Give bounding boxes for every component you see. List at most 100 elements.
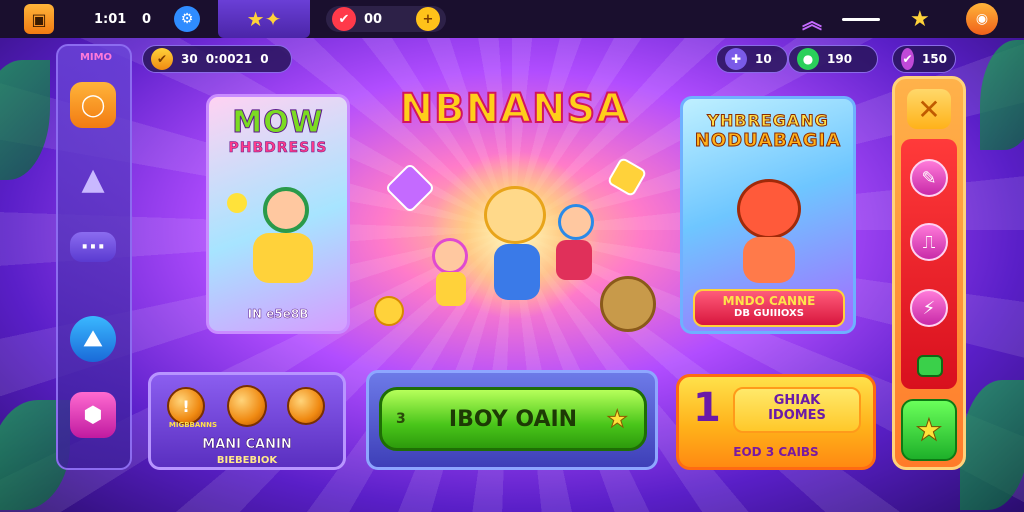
divider	[842, 0, 880, 38]
character-girl-body	[494, 244, 540, 300]
warning-icon: ▲	[81, 161, 105, 197]
menu-button[interactable]: ▣	[24, 0, 54, 38]
sidebar-item-shop[interactable]: ◯	[70, 82, 116, 128]
chart-icon: ⎍	[922, 231, 936, 253]
sidebar-item-gems[interactable]: ⬢	[70, 392, 116, 438]
challenge-label-box: GHIAK IDOMES	[733, 387, 861, 433]
clock: 1:01	[94, 0, 126, 38]
tool-panel: ✎ ⎍ ⚡	[901, 139, 957, 389]
play-button[interactable]: 3 IBOY OAIN ★	[379, 387, 647, 451]
runner-character	[263, 187, 309, 233]
ticket-icon: ✔	[901, 48, 914, 70]
star-icon: ★	[915, 412, 943, 448]
gem-crystal	[384, 162, 436, 214]
rank-button[interactable]: ︽	[802, 0, 822, 38]
battery-icon	[917, 355, 943, 377]
currency-value: 00	[364, 11, 383, 27]
character-left-body	[436, 272, 466, 306]
coins-value: 30	[181, 52, 198, 66]
close-button[interactable]: ✕	[907, 89, 951, 129]
chat-icon: ···	[80, 234, 106, 260]
card-subtitle: PHBDRESIS	[228, 140, 328, 157]
banner-subtitle: DB GUIIIOXS	[734, 308, 804, 319]
character-girl-head	[484, 186, 546, 244]
play-panel: 3 IBOY OAIN ★	[366, 370, 658, 470]
top-bar: ▣ 1:01 0 ⚙ ★✦ ✔ 00 + ︽ ★ ◉	[0, 0, 1024, 38]
card-banner: MNDO CANNE DB GUIIIOXS	[693, 289, 845, 327]
lightning-icon: ⚡	[922, 297, 936, 319]
sidebar-item-map[interactable]: ⛰	[70, 316, 116, 362]
home-icon: ▣	[24, 4, 54, 34]
profile-button[interactable]: ◉	[966, 0, 998, 38]
chevron-up-icon: ︽	[802, 8, 822, 33]
card-title: MOW	[232, 105, 324, 141]
star-icon: ★	[606, 405, 628, 434]
circle-icon: ◯	[80, 92, 106, 118]
sidebar-item-chat[interactable]: ···	[70, 232, 116, 262]
heart-icon: ✔	[332, 7, 356, 31]
leaf-decoration	[0, 60, 50, 180]
challenge-line2: IDOMES	[768, 408, 826, 423]
gem-value: 190	[827, 52, 853, 66]
chart-button[interactable]: ⎍	[910, 223, 948, 261]
avatar-icon: ◉	[966, 3, 998, 35]
coin-icon	[227, 385, 267, 427]
coins-counter: ✔ 30 0:0021 0	[142, 45, 292, 73]
play-label: IBOY OAIN	[448, 406, 578, 432]
star-icon: ★	[910, 6, 930, 32]
mode-card-left[interactable]: MOW PHBDRESIS IN e5e8B	[206, 94, 350, 334]
pencil-icon: ✎	[921, 167, 937, 189]
favorites-button[interactable]: ★	[910, 0, 930, 38]
leaf-decoration	[960, 380, 1024, 510]
lemon-buddy	[374, 296, 404, 326]
settings-button[interactable]: ⚙	[174, 0, 200, 38]
card-title: YHBREGANG	[707, 111, 829, 131]
banner-title: MNDO CANNE	[722, 294, 816, 308]
counter-icon: 0	[142, 11, 152, 27]
star-sparkle	[227, 193, 247, 213]
gem-counter: ● 190	[788, 45, 878, 73]
gear-icon: ⚙	[174, 6, 200, 32]
gem-icon: ●	[797, 48, 819, 70]
counter-indicator: 0	[142, 0, 151, 38]
sidebar-item-alerts[interactable]: ▲	[70, 156, 116, 202]
challenge-line1: GHIAK	[773, 393, 821, 408]
card-subtitle: NODUABAGIA	[694, 130, 842, 152]
favorite-button[interactable]: ★	[901, 399, 957, 461]
play-count: 3	[396, 411, 406, 427]
currency-pill: ✔ 00 +	[326, 0, 446, 38]
fox-body	[743, 237, 795, 283]
rewards-panel[interactable]: ! MIGBBANNS MANI CANIN BIEBEBIOK	[148, 372, 346, 470]
energy-icon: ✚	[725, 48, 747, 70]
close-icon: ✕	[917, 92, 941, 126]
ticket-value: 150	[921, 52, 947, 66]
stars-icon: ★✦	[246, 7, 282, 31]
sidebar-title: MIMO	[79, 52, 113, 63]
runner-body	[253, 233, 313, 283]
mode-card-right[interactable]: YHBREGANG NODUABAGIA MNDO CANNE DB GUIII…	[680, 96, 856, 334]
challenge-number: 1	[693, 385, 721, 431]
ticket-counter: ✔ 150	[892, 45, 956, 73]
tab-stars[interactable]: ★✦	[218, 0, 310, 38]
coin-icon	[287, 387, 325, 425]
fox-character	[737, 179, 801, 239]
coin-icon: !	[167, 387, 205, 425]
panel-subtitle: BIEBEBIOK	[216, 455, 278, 466]
edit-button[interactable]: ✎	[910, 159, 948, 197]
right-sidebar: ✕ ✎ ⎍ ⚡ ★	[892, 76, 966, 470]
left-sidebar: MIMO ◯ ▲ ··· ⛰ ⬢	[56, 44, 132, 470]
add-currency-button[interactable]: +	[416, 7, 440, 31]
mountain-icon: ⛰	[83, 326, 103, 352]
coin-icon: ✔	[151, 48, 173, 70]
challenge-panel[interactable]: 1 GHIAK IDOMES EOD 3 CAIBS	[676, 374, 876, 470]
character-left-head	[432, 238, 468, 274]
bear-plush	[600, 276, 656, 332]
card-footer: IN e5e8B	[247, 307, 309, 322]
energy-value: 10	[755, 52, 772, 66]
hexagon-icon: ⬢	[83, 402, 103, 428]
challenge-footer: EOD 3 CAIBS	[733, 445, 819, 459]
gems-value: 0:0021	[205, 52, 253, 66]
panel-title: MANI CANIN	[202, 437, 292, 453]
time-text: 1:01	[94, 11, 127, 27]
boost-button[interactable]: ⚡	[910, 289, 948, 327]
